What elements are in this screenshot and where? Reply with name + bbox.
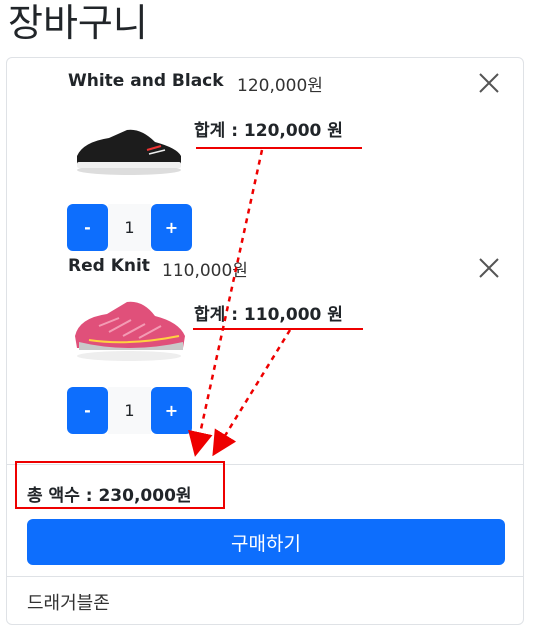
cart-card: White and Black 120,000원 합계 : 120,000 원 … <box>6 57 524 625</box>
total-amount: 총 액수 : 230,000원 <box>27 486 192 506</box>
cart-item: White and Black 120,000원 합계 : 120,000 원 … <box>7 58 523 251</box>
close-icon[interactable] <box>477 71 501 95</box>
item-price: 120,000원 <box>237 76 323 96</box>
item-subtotal: 합계 : 110,000 원 <box>194 305 343 325</box>
increase-button[interactable]: + <box>151 387 192 434</box>
cart-item: Red Knit 110,000원 합계 : 110,000 원 - 1 + <box>7 254 523 444</box>
annotation-underline <box>196 147 362 149</box>
increase-button[interactable]: + <box>151 204 192 251</box>
item-price: 110,000원 <box>162 261 248 281</box>
red-knit-sneaker-image <box>75 301 185 361</box>
purchase-button[interactable]: 구매하기 <box>27 519 505 565</box>
close-icon[interactable] <box>477 256 501 280</box>
divider <box>7 576 523 577</box>
quantity-value: 1 <box>108 204 151 251</box>
item-subtotal: 합계 : 120,000 원 <box>194 121 343 141</box>
decrease-button[interactable]: - <box>67 204 108 251</box>
page-title: 장바구니 <box>8 1 148 45</box>
quantity-stepper: - 1 + <box>67 204 192 251</box>
draggable-zone: 드래거블존 <box>27 593 110 614</box>
annotation-underline <box>193 328 363 330</box>
quantity-value: 1 <box>108 387 151 434</box>
quantity-stepper: - 1 + <box>67 387 192 434</box>
black-sneaker-image <box>77 129 181 175</box>
decrease-button[interactable]: - <box>67 387 108 434</box>
item-name: Red Knit <box>68 256 150 276</box>
item-name: White and Black <box>68 71 224 91</box>
